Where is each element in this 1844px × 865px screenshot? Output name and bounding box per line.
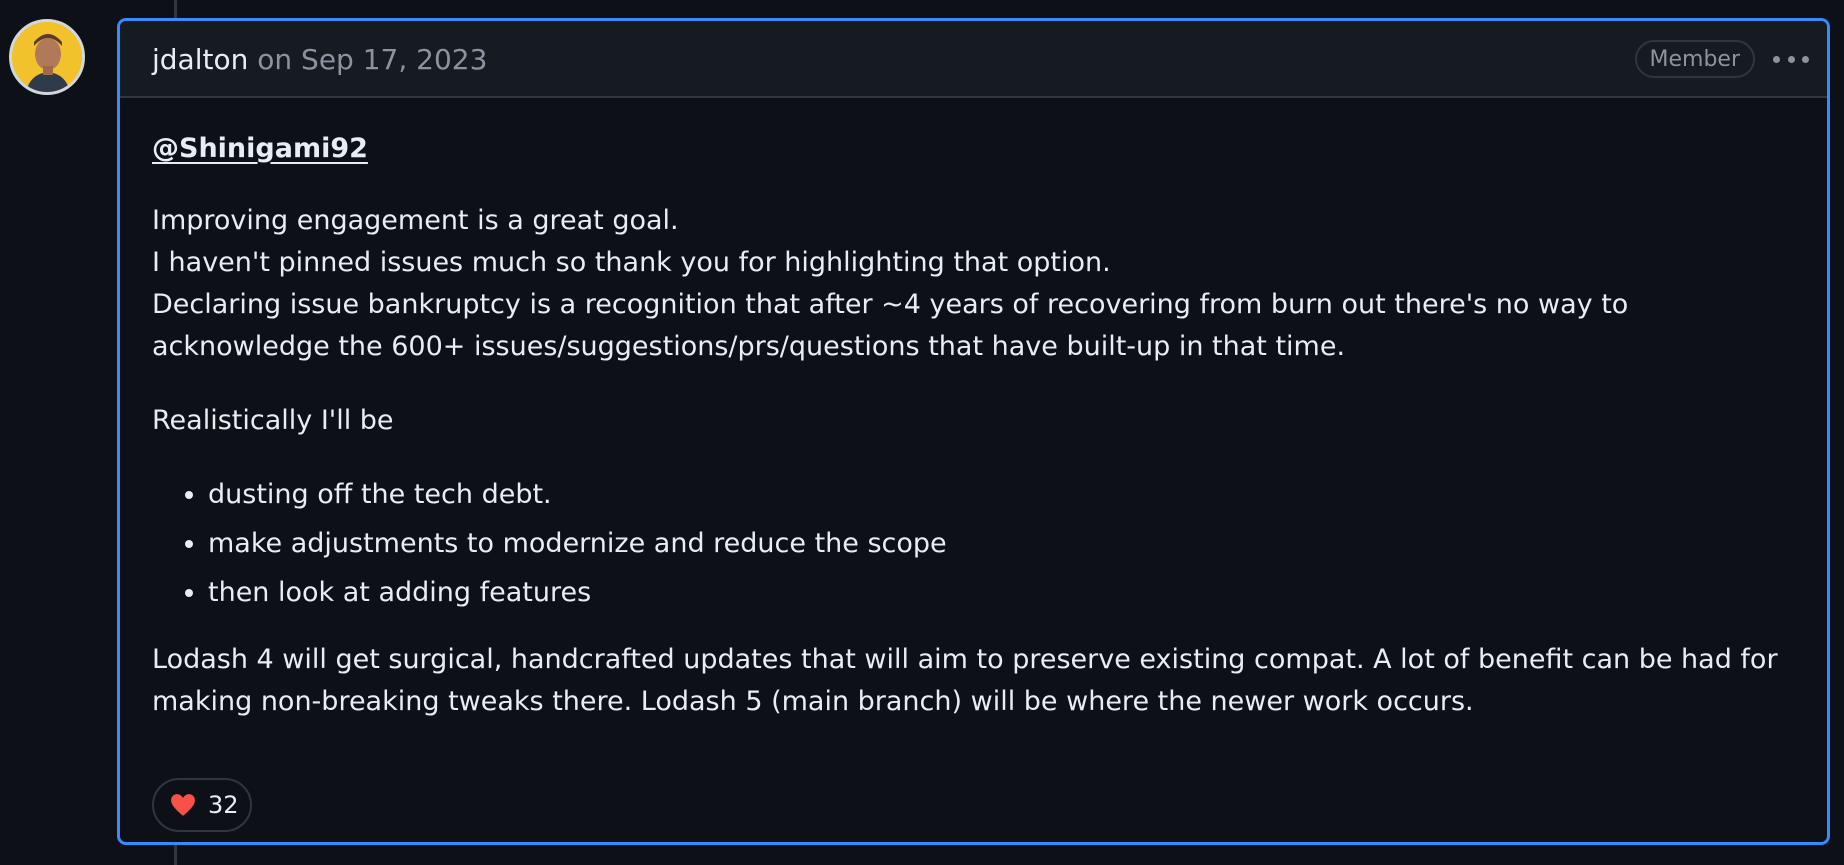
kebab-dot [1802, 55, 1809, 63]
paragraph-lodash-plan: Lodash 4 will get surgical, handcrafted … [152, 644, 1778, 717]
text-line: Improving engagement is a great goal. [152, 205, 679, 236]
text-line: I haven't pinned issues much so thank yo… [152, 247, 1111, 278]
comment-card: jdalton on Sep 17, 2023 Member @Shinigam… [117, 18, 1830, 845]
list-item: dusting off the tech debt. [208, 474, 1795, 516]
kebab-dot [1787, 55, 1795, 63]
kebab-dot [1773, 55, 1780, 63]
paragraph-intro: Improving engagement is a great goal. I … [152, 200, 1795, 368]
comment-date[interactable]: on Sep 17, 2023 [257, 43, 487, 76]
text-line: Declaring issue bankruptcy is a recognit… [152, 289, 1629, 362]
heart-reaction-button[interactable]: 32 [152, 778, 252, 832]
user-mention-link[interactable]: @Shinigami92 [152, 128, 368, 170]
more-options-icon[interactable] [1773, 54, 1809, 64]
user-avatar-image [12, 22, 82, 92]
plan-list: dusting off the tech debt. make adjustme… [152, 474, 1795, 614]
paragraph-realistically: Realistically I'll be [152, 405, 394, 436]
list-item: make adjustments to modernize and reduce… [208, 523, 1795, 565]
author-link[interactable]: jdalton [152, 43, 248, 76]
comment-body: @Shinigami92 Improving engagement is a g… [120, 98, 1827, 723]
heart-icon [170, 793, 196, 817]
reaction-count: 32 [208, 791, 239, 819]
member-badge: Member [1634, 40, 1755, 78]
list-item: then look at adding features [208, 572, 1795, 614]
comment-header: jdalton on Sep 17, 2023 Member [120, 21, 1827, 98]
avatar[interactable] [9, 19, 85, 95]
author-line: jdalton on Sep 17, 2023 [152, 43, 487, 77]
